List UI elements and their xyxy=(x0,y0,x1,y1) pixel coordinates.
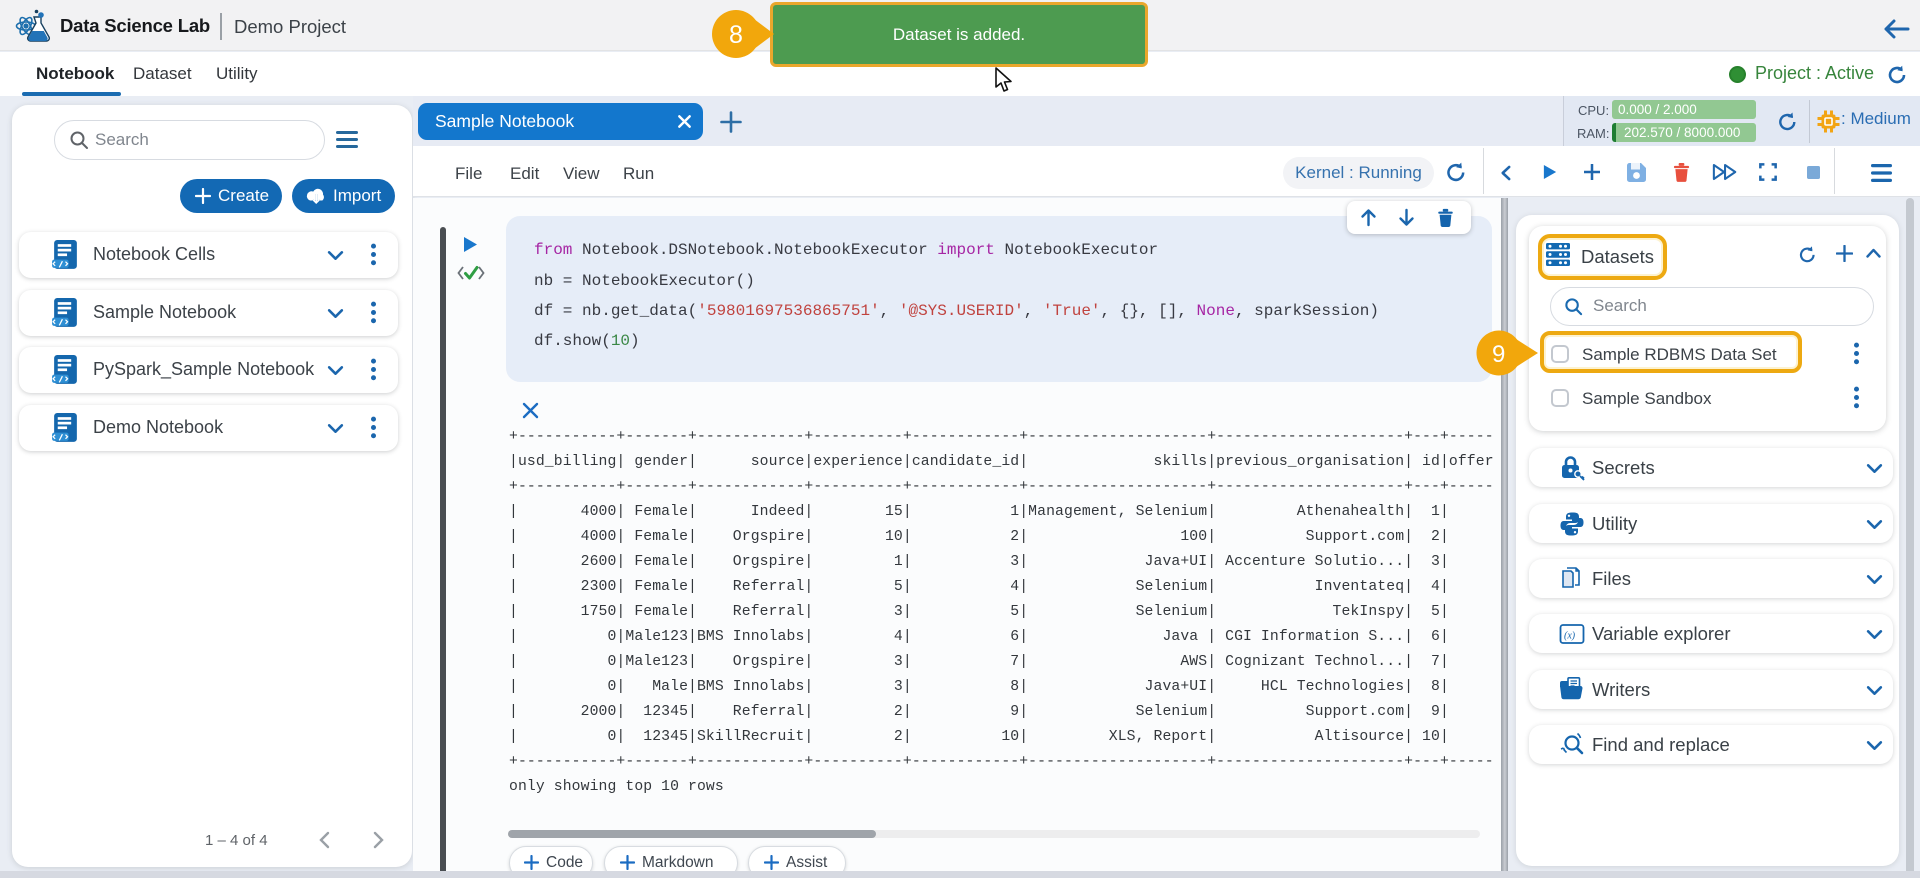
svg-text:8: 8 xyxy=(729,21,743,49)
svg-text:9: 9 xyxy=(1492,341,1505,368)
svg-text:(x): (x) xyxy=(1564,631,1576,642)
